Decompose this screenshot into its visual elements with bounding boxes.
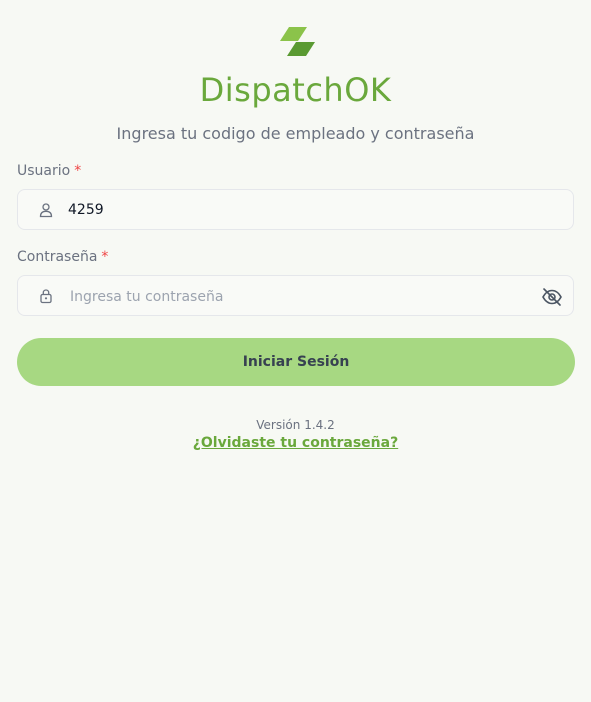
password-input[interactable] [68,285,532,309]
login-subtitle: Ingresa tu codigo de empleado y contrase… [116,124,475,143]
eye-off-icon[interactable] [541,286,563,308]
app-title: DispatchOK [199,71,392,109]
forgot-password-container: ¿Olvidaste tu contraseña? [0,434,591,452]
lock-icon [40,289,52,304]
forgot-password-link[interactable]: ¿Olvidaste tu contraseña? [193,435,398,451]
username-value[interactable]: 4259 [68,201,104,219]
username-field[interactable]: 4259 [17,189,574,230]
required-marker: * [74,163,82,179]
username-label-text: Usuario [17,163,71,179]
username-label: Usuario * [17,162,81,180]
password-label: Contraseña * [17,248,108,266]
required-marker: * [101,249,109,265]
password-field[interactable] [17,275,574,316]
logo-mark-icon [280,27,315,56]
version-text: Versión 1.4.2 [256,418,335,432]
user-icon [39,203,53,218]
password-label-text: Contraseña [17,249,98,265]
login-button[interactable]: Iniciar Sesión [17,338,575,386]
